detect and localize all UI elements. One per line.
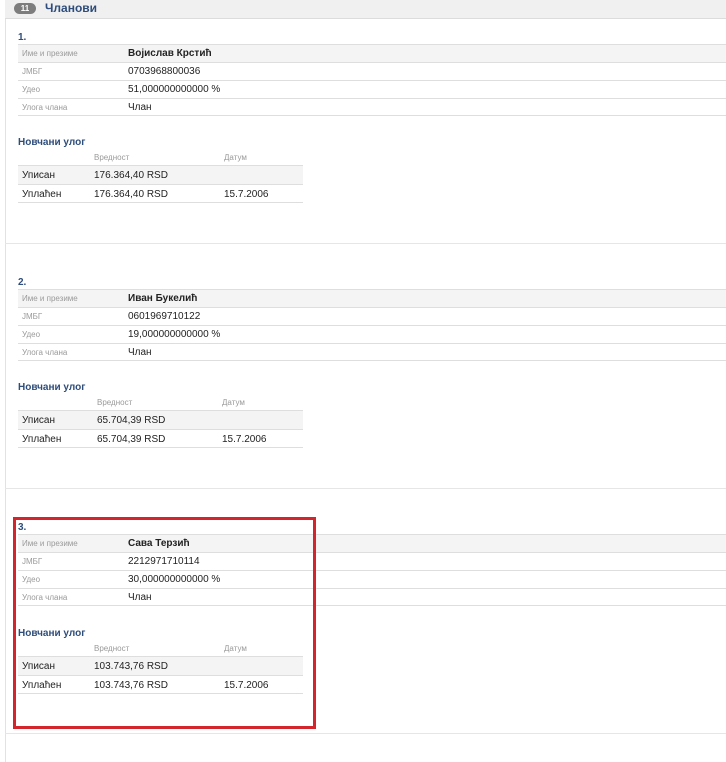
name-label: Име и презиме — [22, 49, 78, 58]
subscribed-value: 65.704,39 RSD — [97, 415, 166, 426]
role-value: Члан — [128, 102, 152, 113]
subscribed-label: Уписан — [22, 415, 55, 426]
role-row: Улога члана Члан — [18, 343, 726, 361]
value-column-header: Вредност — [97, 398, 133, 407]
share-label: Удео — [22, 85, 41, 94]
money-table: Вредност Датум Уписан 65.704,39 RSD Упла… — [18, 396, 303, 448]
role-row: Улога члана Члан — [18, 98, 726, 116]
jmbg-row: ЈМБГ 0601969710122 — [18, 307, 726, 325]
member-number: 2. — [18, 277, 27, 288]
member-info-table: Име и презиме Војислав Крстић ЈМБГ 0703968… — [18, 44, 726, 116]
paid-date: 15.7.2006 — [224, 189, 269, 200]
money-table-header: Вредност Датум — [18, 396, 303, 410]
subscribed-row: Уписан 176.364,40 RSD — [18, 165, 303, 184]
paid-value: 65.704,39 RSD — [97, 434, 166, 445]
paid-label: Уплаћен — [22, 434, 62, 445]
jmbg-label: ЈМБГ — [22, 312, 43, 321]
money-title: Новчани улог — [18, 137, 86, 148]
role-label: Улога члана — [22, 348, 68, 357]
jmbg-value: 0601969710122 — [128, 311, 201, 322]
member-separator — [5, 243, 726, 244]
member-separator — [5, 733, 726, 734]
member-separator — [5, 488, 726, 489]
section-title: Чланови — [45, 1, 98, 15]
section-number-badge: 11 — [14, 3, 36, 14]
jmbg-row: ЈМБГ 0703968800036 — [18, 62, 726, 80]
name-value: Иван Букелић — [128, 293, 198, 304]
subscribed-row: Уписан 65.704,39 RSD — [18, 410, 303, 429]
section-header: 11 Чланови — [5, 0, 726, 19]
member-info-table: Име и презиме Иван Букелић ЈМБГ 0601969710… — [18, 289, 726, 361]
highlight-box — [13, 517, 316, 729]
jmbg-label: ЈМБГ — [22, 67, 43, 76]
subscribed-value: 176.364,40 RSD — [94, 170, 168, 181]
share-value: 19,000000000000 % — [128, 329, 221, 340]
paid-row: Уплаћен 176.364,40 RSD 15.7.2006 — [18, 184, 303, 203]
subscribed-label: Уписан — [22, 170, 55, 181]
money-title: Новчани улог — [18, 382, 86, 393]
paid-date: 15.7.2006 — [222, 434, 267, 445]
value-column-header: Вредност — [94, 153, 130, 162]
member-number: 1. — [18, 32, 27, 43]
share-value: 51,000000000000 % — [128, 84, 221, 95]
name-label: Име и презиме — [22, 294, 78, 303]
money-table-header: Вредност Датум — [18, 151, 303, 165]
name-value: Војислав Крстић — [128, 48, 212, 59]
share-label: Удео — [22, 330, 41, 339]
paid-label: Уплаћен — [22, 189, 62, 200]
share-row: Удео 51,000000000000 % — [18, 80, 726, 98]
name-row: Име и презиме Војислав Крстић — [18, 44, 726, 62]
share-row: Удео 19,000000000000 % — [18, 325, 726, 343]
money-table: Вредност Датум Уписан 176.364,40 RSD Упл… — [18, 151, 303, 203]
date-column-header: Датум — [224, 153, 247, 162]
name-row: Име и презиме Иван Букелић — [18, 289, 726, 307]
paid-value: 176.364,40 RSD — [94, 189, 168, 200]
role-value: Члан — [128, 347, 152, 358]
role-label: Улога члана — [22, 103, 68, 112]
paid-row: Уплаћен 65.704,39 RSD 15.7.2006 — [18, 429, 303, 448]
jmbg-value: 0703968800036 — [128, 66, 201, 77]
date-column-header: Датум — [222, 398, 245, 407]
